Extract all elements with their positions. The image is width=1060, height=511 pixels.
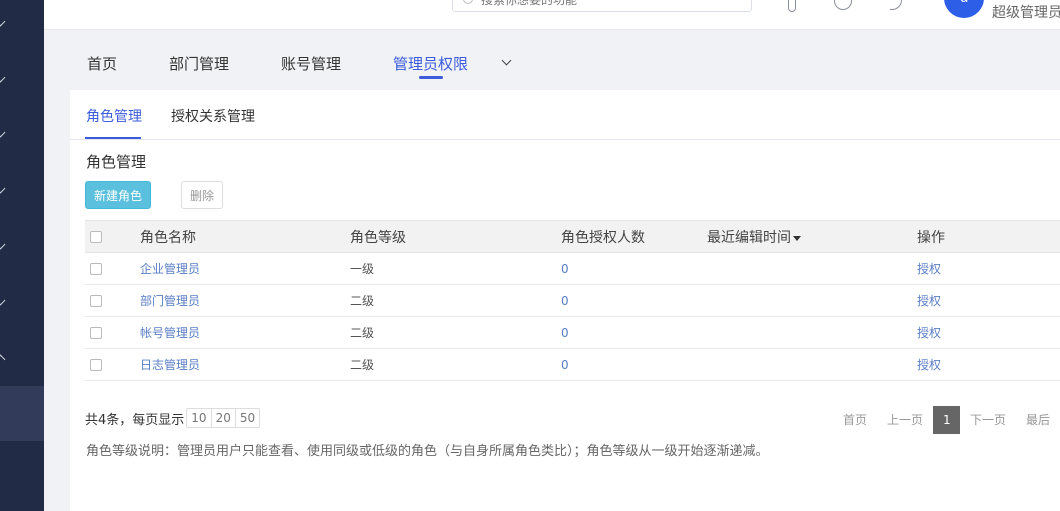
- page-size-10[interactable]: 10: [187, 409, 212, 427]
- chevron-down-icon: [0, 239, 6, 249]
- chevron-down-icon: [0, 16, 6, 26]
- subtab-role-management[interactable]: 角色管理: [86, 106, 142, 126]
- subtab-authorization[interactable]: 授权关系管理: [171, 106, 255, 126]
- next-page-button[interactable]: 下一页: [960, 406, 1016, 434]
- current-page[interactable]: 1: [933, 406, 961, 434]
- tab-admin-permission[interactable]: 管理员权限: [393, 53, 468, 74]
- authorize-link[interactable]: 授权: [917, 260, 941, 277]
- page-summary: 共4条，每页显示: [85, 412, 185, 428]
- role-name-link[interactable]: 帐号管理员: [140, 324, 200, 341]
- row-checkbox[interactable]: [90, 262, 102, 275]
- sidebar-item-3[interactable]: [0, 104, 44, 160]
- auth-count-link[interactable]: 0: [561, 326, 569, 340]
- role-level: 二级: [350, 294, 375, 308]
- user-role: 超级管理员: [992, 5, 1060, 21]
- main-nav-tabs: 首页 部门管理 账号管理 管理员权限: [44, 30, 1060, 90]
- active-subtab-indicator: [85, 137, 141, 139]
- header-auth-count: 角色授权人数: [561, 229, 645, 246]
- roles-table: 角色名称 角色等级 角色授权人数 最近编辑时间 操作 企业管理员 一级 0 授权…: [85, 220, 1060, 381]
- last-page-button[interactable]: 最后: [1016, 406, 1060, 434]
- sidebar-item-7[interactable]: [0, 328, 44, 384]
- active-tab-indicator: [419, 76, 443, 79]
- chevron-down-icon: [0, 72, 6, 82]
- section-title: 角色管理: [86, 153, 147, 171]
- header-actions: 操作: [917, 229, 945, 246]
- tab-department[interactable]: 部门管理: [169, 53, 229, 74]
- chevron-up-icon: [0, 354, 6, 364]
- microphone-icon[interactable]: [788, 0, 796, 12]
- sidebar-item-active[interactable]: [0, 386, 44, 441]
- table-row: 帐号管理员 二级 0 授权: [85, 317, 1060, 349]
- sidebar-item-5[interactable]: [0, 216, 44, 272]
- chevron-down-icon[interactable]: [501, 55, 512, 66]
- table-row: 部门管理员 二级 0 授权: [85, 285, 1060, 317]
- sort-desc-icon[interactable]: [793, 235, 801, 241]
- page-info: 共4条，每页显示 10 20 50: [85, 408, 261, 428]
- role-name-link[interactable]: 企业管理员: [140, 260, 200, 277]
- auth-count-link[interactable]: 0: [561, 262, 569, 276]
- role-level: 一级: [350, 262, 375, 276]
- search-box[interactable]: [452, 0, 752, 12]
- role-level: 二级: [350, 326, 375, 340]
- row-checkbox[interactable]: [90, 326, 102, 339]
- authorize-link[interactable]: 授权: [917, 356, 941, 373]
- search-input[interactable]: [481, 0, 741, 9]
- new-role-button[interactable]: 新建角色: [85, 181, 151, 209]
- role-name-link[interactable]: 部门管理员: [140, 292, 200, 309]
- avatar[interactable]: u: [944, 0, 984, 18]
- tab-home[interactable]: 首页: [87, 53, 117, 74]
- content-panel: 角色管理 授权关系管理 角色管理 新建角色 删除 角色名称 角色等级 角色授权人…: [70, 90, 1060, 511]
- first-page-button[interactable]: 首页: [833, 406, 877, 434]
- table-row: 企业管理员 一级 0 授权: [85, 253, 1060, 285]
- header-role-name: 角色名称: [140, 229, 196, 246]
- chevron-down-icon: [0, 295, 6, 305]
- select-all-checkbox[interactable]: [90, 230, 102, 243]
- tab-account[interactable]: 账号管理: [281, 53, 341, 74]
- auth-count-link[interactable]: 0: [561, 358, 569, 372]
- search-icon: [463, 0, 473, 4]
- prev-page-button[interactable]: 上一页: [877, 406, 933, 434]
- authorize-link[interactable]: 授权: [917, 324, 941, 341]
- pagination: 首页 上一页 1 下一页 最后: [833, 406, 1060, 434]
- sidebar-item-1[interactable]: [0, 0, 44, 49]
- page-size-50[interactable]: 50: [236, 409, 259, 427]
- table-header: 角色名称 角色等级 角色授权人数 最近编辑时间 操作: [85, 220, 1060, 253]
- chevron-down-icon: [0, 183, 6, 193]
- page-size-selector: 10 20 50: [186, 408, 261, 428]
- sidebar-item-4[interactable]: [0, 160, 44, 216]
- header-last-edited-label: 最近编辑时间: [707, 229, 791, 246]
- sub-tabs: 角色管理 授权关系管理: [70, 90, 1060, 140]
- role-level: 二级: [350, 358, 375, 372]
- sidebar-item-2[interactable]: [0, 49, 44, 105]
- table-row: 日志管理员 二级 0 授权: [85, 349, 1060, 381]
- sidebar: [0, 0, 44, 511]
- row-checkbox[interactable]: [90, 358, 102, 371]
- auth-count-link[interactable]: 0: [561, 294, 569, 308]
- sidebar-item-6[interactable]: [0, 272, 44, 328]
- row-checkbox[interactable]: [90, 294, 102, 307]
- info-icon[interactable]: [834, 0, 852, 10]
- page-size-20[interactable]: 20: [212, 409, 236, 427]
- phone-icon[interactable]: [890, 0, 902, 10]
- role-name-link[interactable]: 日志管理员: [140, 356, 200, 373]
- delete-button[interactable]: 删除: [181, 181, 223, 209]
- chevron-down-icon: [0, 127, 6, 137]
- header-role-level: 角色等级: [350, 229, 406, 246]
- top-header: u 超级管理员: [44, 0, 1060, 30]
- header-last-edited[interactable]: 最近编辑时间: [707, 221, 801, 252]
- role-level-note: 角色等级说明：管理员用户只能查看、使用同级或低级的角色（与自身所属角色类比）；角…: [86, 444, 769, 459]
- authorize-link[interactable]: 授权: [917, 292, 941, 309]
